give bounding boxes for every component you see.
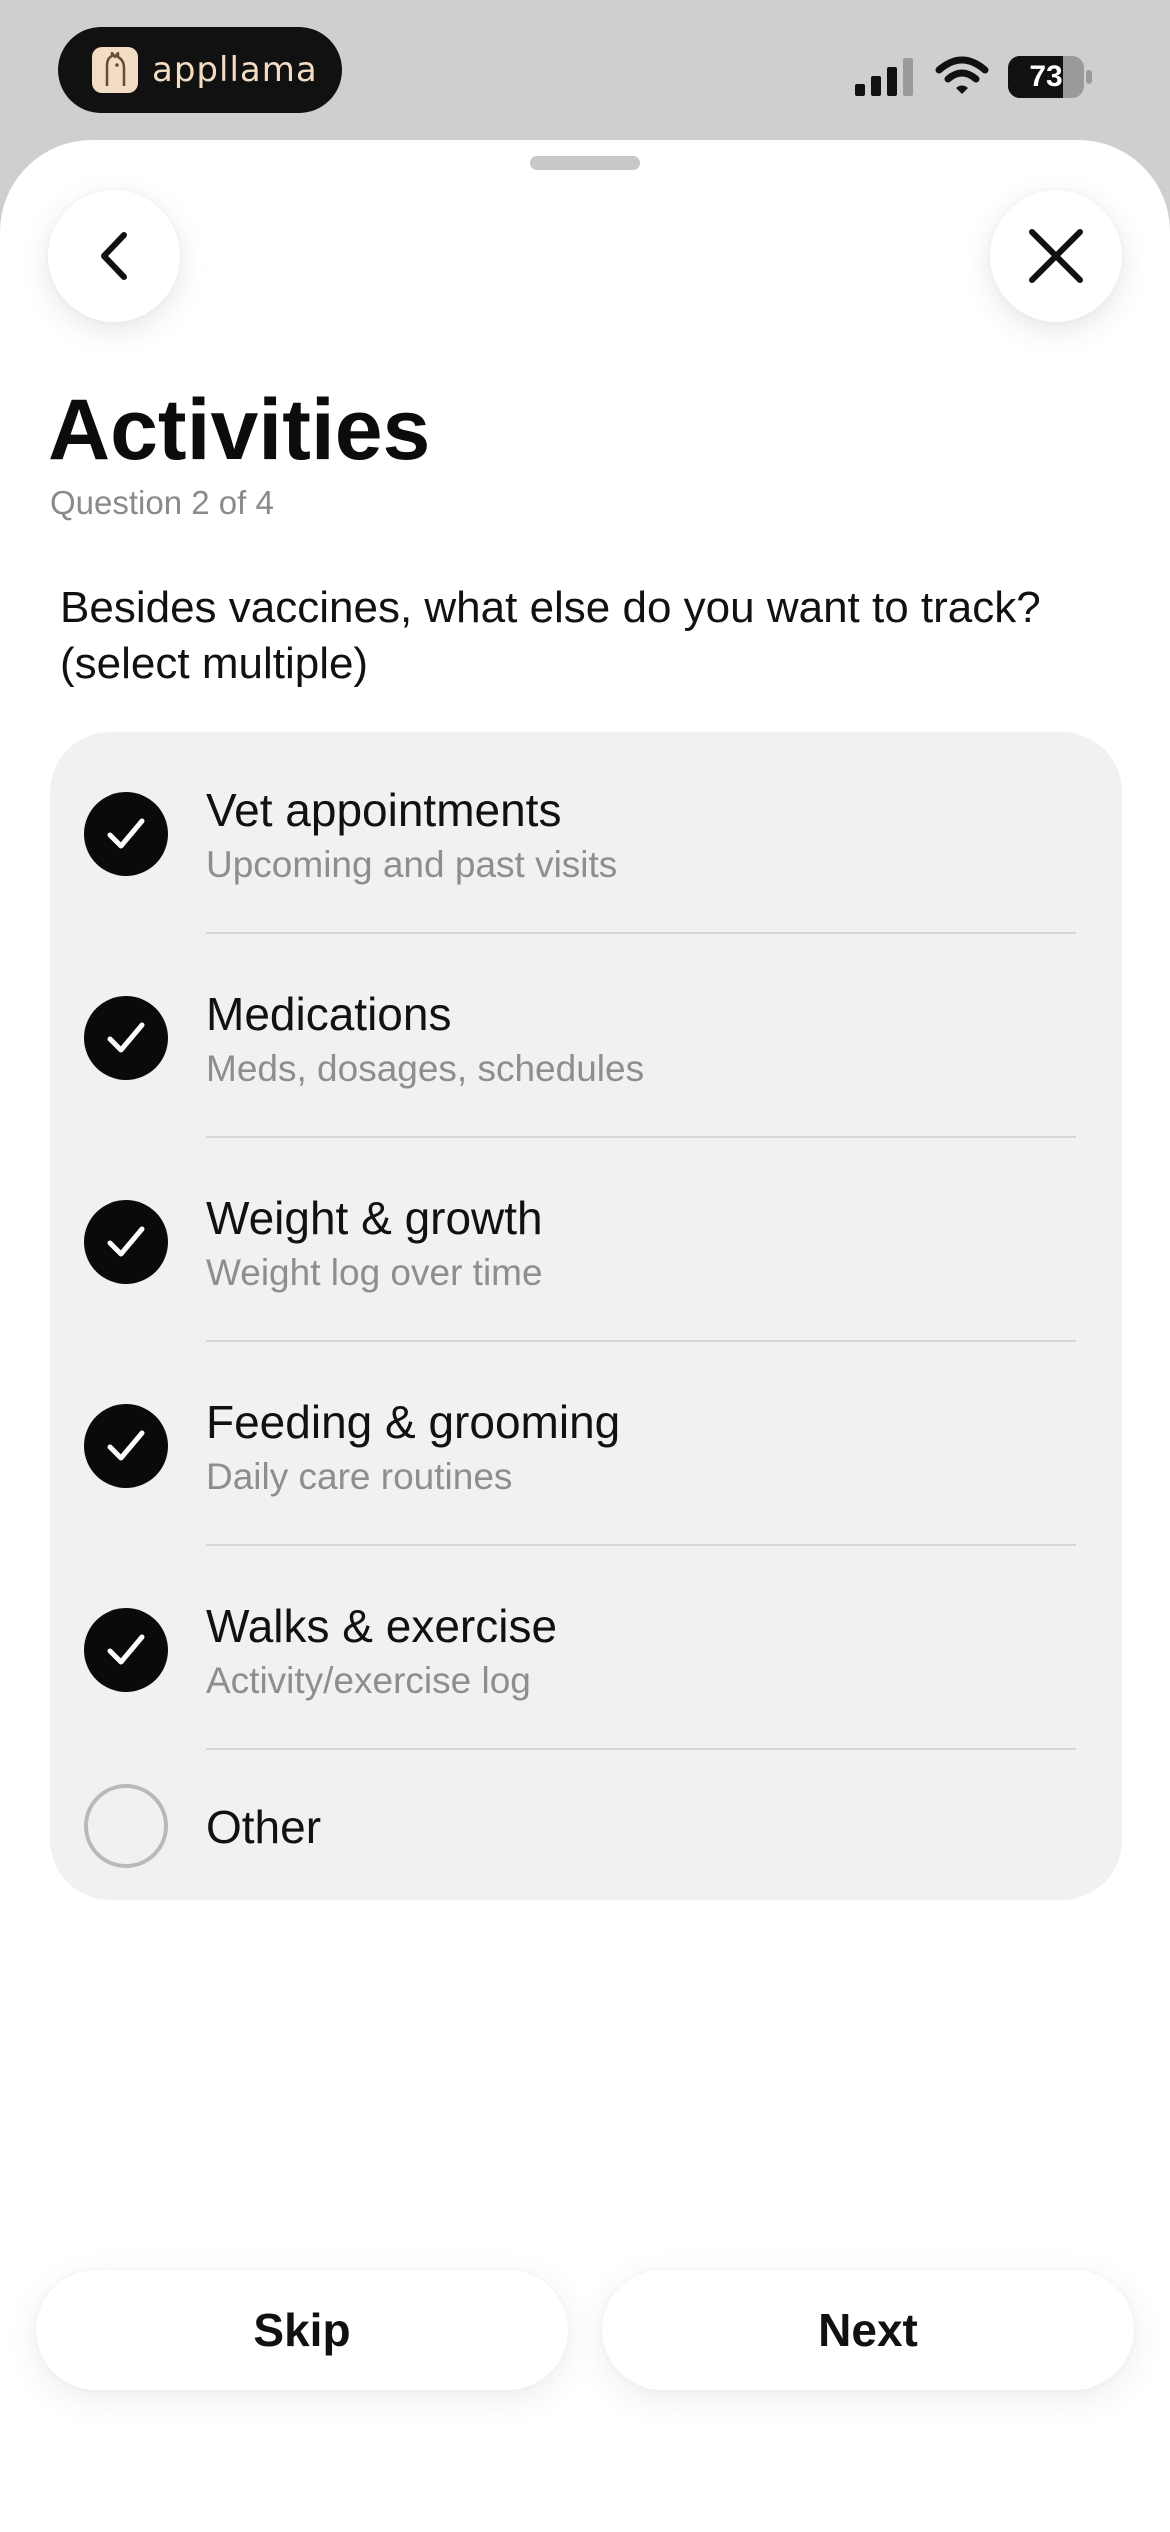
divider [206, 1340, 1076, 1342]
divider [206, 1136, 1076, 1138]
option-feeding-grooming[interactable]: Feeding & grooming Daily care routines [50, 1344, 1122, 1548]
checkmark-icon[interactable] [84, 1608, 168, 1692]
llama-logo-icon [92, 47, 138, 93]
back-button[interactable] [48, 190, 180, 322]
option-vet-appointments[interactable]: Vet appointments Upcoming and past visit… [50, 732, 1122, 936]
chevron-left-icon [101, 232, 127, 280]
option-label: Other [206, 1801, 322, 1853]
cellular-signal-icon [855, 58, 913, 96]
question-text: Besides vaccines, what else do you want … [60, 583, 1041, 688]
question-progress: Question 2 of 4 [50, 484, 274, 521]
checkmark-icon[interactable] [84, 792, 168, 876]
bottom-sheet: Activities Question 2 of 4 Besides vacci… [0, 140, 1170, 2532]
battery-tip [1086, 70, 1092, 84]
checkmark-icon[interactable] [84, 1200, 168, 1284]
next-button[interactable]: Next [602, 2270, 1134, 2390]
divider [206, 1544, 1076, 1546]
close-icon [1029, 229, 1083, 283]
option-label: Walks & exercise [206, 1600, 558, 1652]
option-weight-growth[interactable]: Weight & growth Weight log over time [50, 1140, 1122, 1344]
brand-name: appllama [152, 50, 318, 90]
checkmark-icon[interactable] [84, 996, 168, 1080]
options-list: Vet appointments Upcoming and past visit… [50, 732, 1122, 1900]
option-description: Upcoming and past visits [206, 844, 618, 885]
page-title: Activities [48, 382, 431, 478]
option-description: Weight log over time [206, 1252, 543, 1293]
checkmark-icon[interactable] [84, 1404, 168, 1488]
option-description: Daily care routines [206, 1456, 513, 1497]
skip-button[interactable]: Skip [36, 2270, 568, 2390]
battery-level: 73 [1029, 60, 1063, 93]
divider [206, 932, 1076, 934]
option-label: Vet appointments [206, 784, 562, 836]
empty-circle-icon[interactable] [84, 1784, 168, 1868]
option-label: Weight & growth [206, 1192, 543, 1244]
option-other[interactable]: Other [50, 1752, 1122, 1900]
brand-pill: appllama [58, 27, 342, 113]
option-label: Medications [206, 988, 452, 1040]
option-description: Activity/exercise log [206, 1660, 531, 1701]
option-description: Meds, dosages, schedules [206, 1048, 645, 1089]
divider [206, 1748, 1076, 1750]
option-medications[interactable]: Medications Meds, dosages, schedules [50, 936, 1122, 1140]
wifi-icon [935, 56, 989, 94]
option-label: Feeding & grooming [206, 1396, 621, 1448]
battery-body: 73 [1008, 56, 1084, 98]
battery-icon: 73 [1008, 56, 1092, 98]
sheet-grabber[interactable] [530, 156, 640, 170]
close-button[interactable] [990, 190, 1122, 322]
option-walks-exercise[interactable]: Walks & exercise Activity/exercise log [50, 1548, 1122, 1752]
status-bar: appllama 73 [0, 0, 1170, 140]
